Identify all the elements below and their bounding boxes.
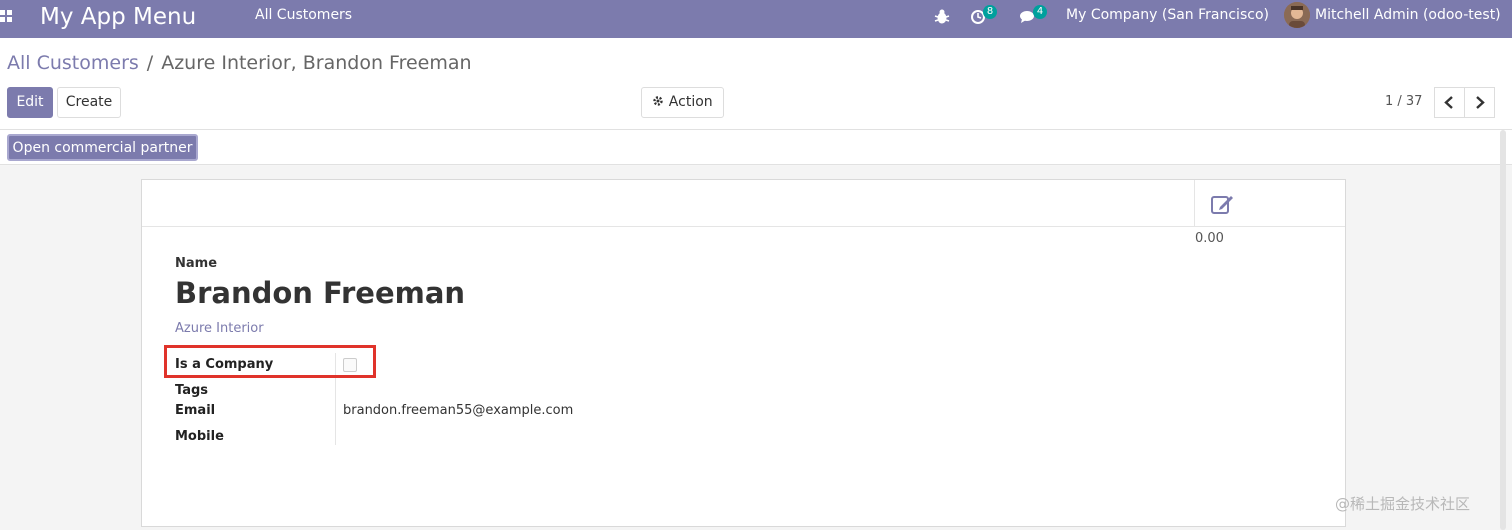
pager-value[interactable]: 1 / 37 [1385, 94, 1422, 109]
mobile-label: Mobile [175, 429, 224, 444]
user-menu[interactable]: Mitchell Admin (odoo-test) [1315, 7, 1501, 23]
control-panel: All Customers / Azure Interior, Brandon Fr… [0, 38, 1512, 130]
activity-count-badge: 8 [983, 5, 997, 19]
open-commercial-partner-button[interactable]: Open commercial partner [7, 134, 198, 161]
top-navbar: My App Menu All Customers 8 4 My Company… [0, 0, 1512, 38]
page-scrollbar[interactable] [1500, 130, 1506, 530]
breadcrumb-separator: / [146, 52, 154, 74]
email-value[interactable]: brandon.freeman55@example.com [343, 403, 573, 418]
apps-grid-icon[interactable] [0, 10, 14, 24]
app-menu-title[interactable]: My App Menu [40, 2, 196, 32]
messages-count-badge: 4 [1033, 5, 1047, 19]
email-label: Email [175, 403, 216, 418]
pager-previous-button[interactable] [1434, 87, 1465, 118]
watermark: @稀土掘金技术社区 [1335, 495, 1471, 513]
gear-icon [653, 96, 664, 106]
chevron-left-icon [1444, 96, 1453, 109]
stat-button[interactable] [1194, 180, 1345, 227]
chevron-right-icon [1476, 96, 1485, 109]
edit-button[interactable]: Edit [7, 87, 53, 118]
parent-company-link[interactable]: Azure Interior [175, 321, 264, 336]
create-button[interactable]: Create [57, 87, 121, 118]
tags-label: Tags [175, 383, 209, 398]
name-value: Brandon Freeman [175, 276, 466, 310]
action-dropdown-button[interactable]: Action [641, 87, 724, 118]
form-statusbar: Open commercial partner [0, 130, 1512, 165]
breadcrumb-current-record: Azure Interior, Brandon Freeman [161, 52, 472, 74]
pager-next-button[interactable] [1464, 87, 1495, 118]
stat-value: 0.00 [1195, 231, 1224, 246]
highlight-annotation-box [164, 345, 376, 378]
button-box [142, 180, 1345, 227]
edit-icon [1211, 193, 1235, 215]
breadcrumb-all-customers[interactable]: All Customers [7, 52, 139, 74]
debug-bug-icon[interactable] [934, 8, 950, 26]
action-label: Action [668, 94, 713, 110]
company-switcher[interactable]: My Company (San Francisco) [1066, 7, 1269, 23]
menu-all-customers[interactable]: All Customers [255, 7, 352, 23]
user-avatar[interactable] [1284, 2, 1310, 28]
name-label: Name [175, 256, 218, 271]
breadcrumb: All Customers / Azure Interior, Brandon Fr… [7, 52, 472, 74]
